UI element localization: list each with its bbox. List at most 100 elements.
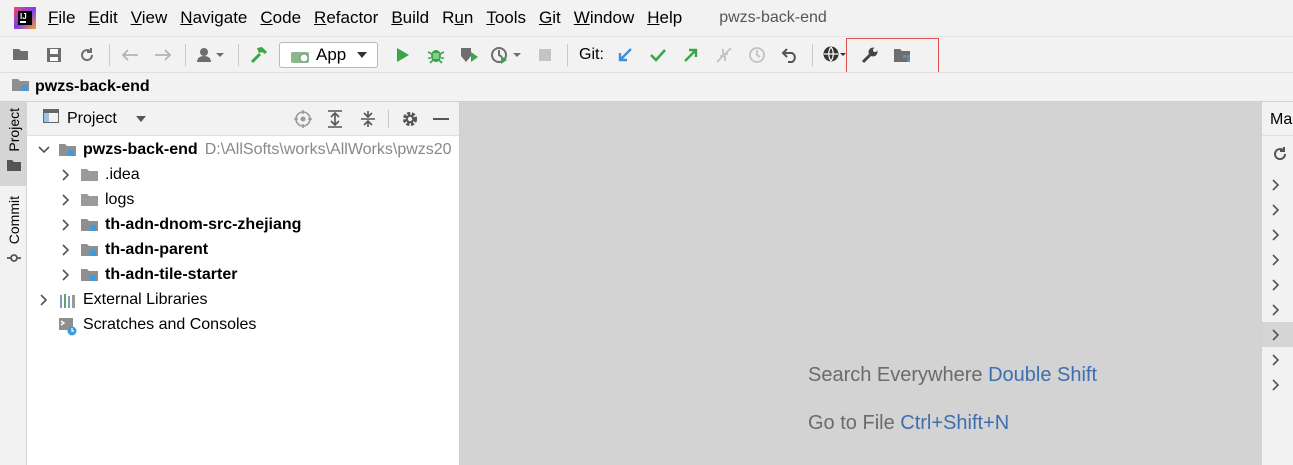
chevron-right-icon[interactable] [59, 268, 73, 282]
chevron-right-icon[interactable] [1272, 278, 1280, 291]
tree-root-pwzs-back-end[interactable]: pwzs-back-end D:\AllSofts\works\AllWorks… [37, 137, 452, 162]
tree-root-label: pwzs-back-end [83, 140, 198, 158]
tree-external-libraries[interactable]: External Libraries [37, 287, 208, 312]
git-update-icon[interactable] [612, 42, 638, 68]
git-commit-icon[interactable] [645, 42, 671, 68]
tree-label: Scratches and Consoles [83, 315, 257, 333]
breadcrumb-project[interactable]: pwzs-back-end [35, 78, 150, 96]
menu-label-tail: ode [272, 8, 302, 27]
hint-text: Go to File [808, 412, 895, 434]
maven-project-row[interactable] [1262, 372, 1293, 397]
menu-help[interactable]: Help [647, 8, 682, 28]
chevron-down-icon[interactable] [135, 110, 147, 128]
project-view-title[interactable]: Project [67, 110, 117, 128]
profile-dropdown-icon[interactable] [489, 42, 525, 68]
maven-project-row[interactable] [1262, 347, 1293, 372]
run-config-dropdown[interactable]: App [279, 41, 378, 68]
chevron-right-icon[interactable] [1272, 378, 1280, 391]
git-push-icon[interactable] [678, 42, 704, 68]
header-separator [388, 110, 389, 128]
folder-icon [81, 193, 99, 207]
menu-refactor[interactable]: Refactor [314, 8, 378, 28]
menu-edit[interactable]: Edit [88, 8, 117, 28]
maven-project-row[interactable] [1262, 222, 1293, 247]
menu-label-tail: avigate [192, 8, 248, 27]
menu-code[interactable]: Code [260, 8, 301, 28]
reload-icon[interactable] [1272, 146, 1288, 167]
back-arrow-icon[interactable] [117, 42, 143, 68]
git-rollback-icon[interactable] [777, 42, 803, 68]
chevron-right-icon[interactable] [1272, 178, 1280, 191]
chevron-right-icon[interactable] [1272, 353, 1280, 366]
minimize-icon[interactable] [433, 118, 449, 120]
git-merge-icon[interactable] [711, 42, 737, 68]
toolbar-separator [811, 43, 813, 66]
tree-item[interactable]: th-adn-dnom-src-zhejiang [59, 212, 301, 237]
gear-icon[interactable] [401, 110, 419, 133]
save-all-icon[interactable] [41, 42, 67, 68]
menu-navigate[interactable]: Navigate [180, 8, 247, 28]
tree-item[interactable]: .idea [59, 162, 140, 187]
run-icon[interactable] [390, 42, 416, 68]
stop-icon[interactable] [532, 42, 558, 68]
menu-label-tail: ile [58, 8, 76, 27]
maven-project-row[interactable] [1262, 197, 1293, 222]
menu-build[interactable]: Build [391, 8, 429, 28]
chevron-right-icon[interactable] [59, 193, 73, 207]
chevron-right-icon[interactable] [1272, 328, 1280, 341]
chevron-right-icon[interactable] [37, 293, 51, 307]
locate-target-icon[interactable] [294, 110, 312, 133]
menu-mnemonic: B [391, 8, 403, 27]
tree-scratches-consoles[interactable]: Scratches and Consoles [59, 312, 256, 337]
menu-tools[interactable]: Tools [486, 8, 526, 28]
module-folder-icon [81, 218, 99, 232]
menu-file[interactable]: File [48, 8, 75, 28]
tree-item[interactable]: th-adn-tile-starter [59, 262, 237, 287]
tree-item[interactable]: th-adn-parent [59, 237, 208, 262]
menu-bar: IJ File Edit View Navigate Code Refactor Build… [0, 0, 1293, 36]
menu-window[interactable]: Window [574, 8, 634, 28]
menu-view[interactable]: View [131, 8, 168, 28]
git-history-icon[interactable] [744, 42, 770, 68]
forward-arrow-icon[interactable] [150, 42, 176, 68]
tool-tab-project[interactable]: Project [0, 102, 27, 186]
tree-item[interactable]: logs [59, 187, 134, 212]
chevron-down-icon[interactable] [37, 143, 51, 157]
open-folder-icon[interactable] [8, 42, 34, 68]
menu-label-tail: iew [141, 8, 168, 27]
maven-tool-window: Ma [1261, 102, 1293, 465]
chevron-right-icon[interactable] [1272, 228, 1280, 241]
tree-label: th-adn-tile-starter [105, 265, 238, 283]
chevron-right-icon[interactable] [1272, 253, 1280, 266]
debug-icon[interactable] [423, 42, 449, 68]
chevron-right-icon[interactable] [1272, 203, 1280, 216]
menu-mnemonic: H [647, 8, 660, 27]
module-folder-icon [59, 143, 77, 157]
maven-project-row[interactable] [1262, 172, 1293, 197]
build-hammer-icon[interactable] [246, 42, 272, 68]
maven-project-row[interactable] [1262, 272, 1293, 297]
tool-tab-commit[interactable]: Commit [0, 196, 27, 276]
maven-panel-title[interactable]: Ma [1262, 102, 1293, 136]
user-dropdown-icon[interactable] [193, 42, 229, 68]
menu-run[interactable]: Run [442, 8, 473, 28]
run-with-coverage-icon[interactable] [456, 42, 482, 68]
chevron-right-icon[interactable] [1272, 303, 1280, 316]
collapse-all-icon[interactable] [360, 110, 376, 133]
menu-label-head: R [442, 8, 455, 27]
toolbar-separator [567, 43, 568, 66]
maven-project-row[interactable] [1262, 322, 1293, 347]
maven-project-row[interactable] [1262, 247, 1293, 272]
tree-label: .idea [105, 165, 140, 183]
scratches-icon [59, 317, 77, 335]
expand-all-icon[interactable] [327, 110, 343, 133]
menu-label-tail: it [552, 8, 561, 27]
sync-icon[interactable] [74, 42, 100, 68]
toolbar-separator [109, 43, 110, 66]
go-to-file-hint: Go to File Ctrl+Shift+N [808, 412, 1009, 435]
chevron-right-icon[interactable] [59, 168, 73, 182]
chevron-right-icon[interactable] [59, 218, 73, 232]
menu-git[interactable]: Git [539, 8, 561, 28]
maven-project-row[interactable] [1262, 297, 1293, 322]
chevron-right-icon[interactable] [59, 243, 73, 257]
